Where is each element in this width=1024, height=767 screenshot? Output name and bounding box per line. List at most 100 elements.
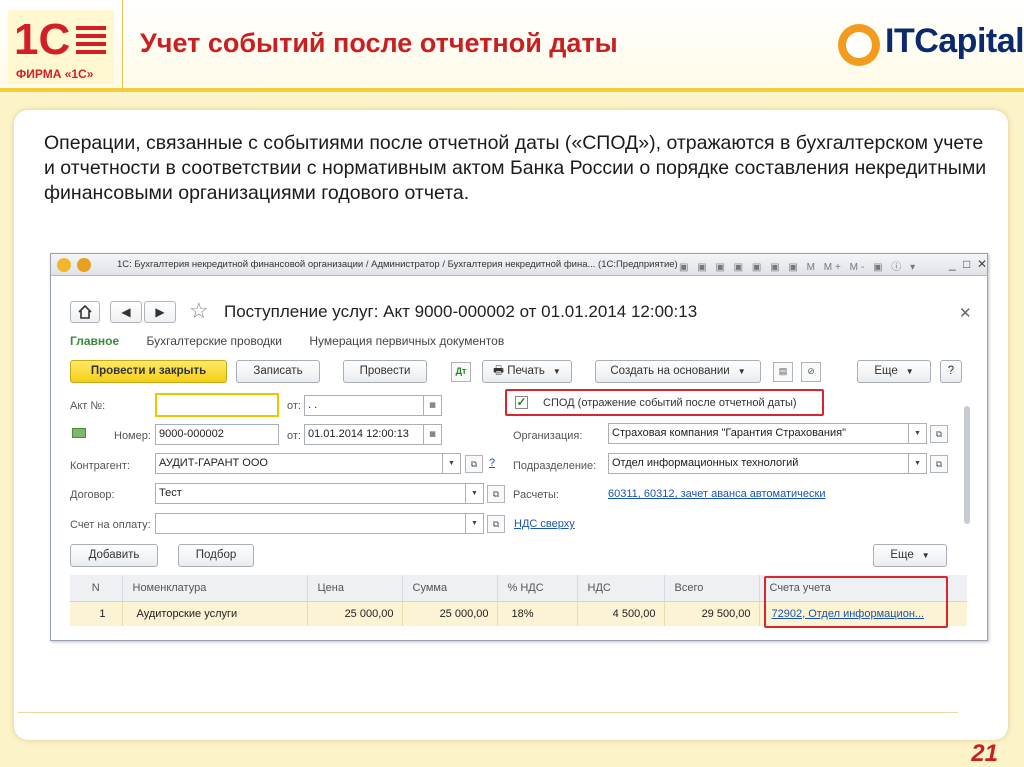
tab-primary-docs-numbering[interactable]: Нумерация первичных документов xyxy=(309,334,504,348)
chevron-down-icon[interactable]: ▼ xyxy=(909,423,927,444)
column-header[interactable]: N xyxy=(70,575,123,602)
save-button[interactable]: Записать xyxy=(236,360,320,383)
department-label: Подразделение: xyxy=(513,460,597,472)
home-icon xyxy=(78,304,92,319)
organization-input[interactable]: Страховая компания "Гарантия Страхования… xyxy=(608,423,909,444)
chevron-down-icon[interactable]: ▼ xyxy=(909,453,927,474)
window-title: 1С: Бухгалтерия некредитной финансовой о… xyxy=(117,259,678,270)
posted-status-icon xyxy=(72,428,86,438)
row-amount[interactable]: 25 000,00 xyxy=(402,601,498,626)
row-total[interactable]: 29 500,00 xyxy=(664,601,760,626)
forward-button[interactable]: ▶ xyxy=(144,301,176,323)
document-form: ◀ ▶ ☆ Поступление услуг: Акт 9000-000002… xyxy=(51,276,987,640)
tab-main[interactable]: Главное xyxy=(70,334,119,348)
department-input[interactable]: Отдел информационных технологий xyxy=(608,453,909,474)
accounts-highlight-box xyxy=(764,576,948,628)
attachment-icon[interactable]: ⊘ xyxy=(801,362,821,382)
calendar-icon[interactable]: ▦ xyxy=(424,395,442,416)
row-number: 1 xyxy=(70,601,123,626)
spod-label: СПОД (отражение событий после отчетной д… xyxy=(543,397,797,409)
chevron-down-icon[interactable]: ▼ xyxy=(443,453,461,474)
act-no-label: Акт №: xyxy=(70,400,106,412)
settlements-label: Расчеты: xyxy=(513,489,559,501)
invoice-input[interactable] xyxy=(155,513,466,534)
itcapital-logo-text: ITCapital xyxy=(885,22,1024,60)
more-button[interactable]: Еще ▼ xyxy=(857,360,931,383)
slide-header: 1С ФИРМА «1С» Учет событий после отчетно… xyxy=(0,0,1024,92)
tab-accounting-entries[interactable]: Бухгалтерские проводки xyxy=(146,334,282,348)
row-nomenclature[interactable]: Аудиторские услуги xyxy=(122,601,308,626)
add-row-button[interactable]: Добавить xyxy=(70,544,158,567)
contract-input[interactable]: Тест xyxy=(155,483,466,504)
create-based-on-button[interactable]: Создать на основании ▼ xyxy=(595,360,761,383)
calendar-icon[interactable]: ▦ xyxy=(424,424,442,445)
favorite-star-icon[interactable]: ☆ xyxy=(189,298,209,324)
date-input[interactable]: 01.01.2014 12:00:13 xyxy=(304,424,424,445)
row-price[interactable]: 25 000,00 xyxy=(307,601,403,626)
arrow-left-icon: ◀ xyxy=(121,305,131,319)
chevron-down-icon: ▼ xyxy=(737,367,746,376)
contractor-label: Контрагент: xyxy=(70,460,130,472)
vat-on-top-link[interactable]: НДС сверху xyxy=(514,518,575,530)
form-scrollbar[interactable] xyxy=(964,406,970,524)
column-header[interactable]: % НДС xyxy=(497,575,578,602)
table-more-button[interactable]: Еще ▼ xyxy=(873,544,947,567)
number-input[interactable]: 9000-000002 xyxy=(155,424,279,445)
row-vat-rate[interactable]: 18% xyxy=(497,601,578,626)
back-button[interactable]: ◀ xyxy=(110,301,142,323)
close-form-icon[interactable]: ✕ xyxy=(959,304,972,322)
chevron-down-icon: ▼ xyxy=(921,551,930,560)
report-icon[interactable]: ▤ xyxy=(773,362,793,382)
contract-label: Договор: xyxy=(70,489,115,501)
app-dropdown-icon[interactable] xyxy=(77,258,91,272)
chevron-down-icon[interactable]: ▼ xyxy=(466,513,484,534)
minimize-icon[interactable]: _ xyxy=(949,257,956,271)
column-header[interactable]: НДС xyxy=(577,575,665,602)
invoice-label: Счет на оплату: xyxy=(70,519,151,531)
open-icon[interactable]: ⧉ xyxy=(487,485,505,503)
column-header[interactable]: Цена xyxy=(307,575,403,602)
more-label: Еще xyxy=(874,365,898,377)
app-window: 1С: Бухгалтерия некредитной финансовой о… xyxy=(50,253,988,641)
app-menu-icon[interactable] xyxy=(57,258,71,272)
home-button[interactable] xyxy=(70,301,100,323)
contractor-input[interactable]: АУДИТ-ГАРАНТ ООО xyxy=(155,453,443,474)
logo-1c: 1С ФИРМА «1С» xyxy=(8,10,114,84)
open-icon[interactable]: ⧉ xyxy=(930,455,948,473)
row-vat[interactable]: 4 500,00 xyxy=(577,601,665,626)
footer-divider xyxy=(18,712,958,713)
column-header[interactable]: Всего xyxy=(664,575,760,602)
contractor-help-link[interactable]: ? xyxy=(489,457,495,469)
act-no-input[interactable] xyxy=(155,393,279,417)
arrow-right-icon: ▶ xyxy=(155,305,165,319)
column-header[interactable]: Номенклатура xyxy=(122,575,308,602)
itcapital-logo-icon xyxy=(838,24,880,66)
number-label: Номер: xyxy=(114,430,151,442)
date-label: от: xyxy=(287,430,301,442)
dt-kt-icon[interactable]: Дт xyxy=(451,362,471,382)
organization-label: Организация: xyxy=(513,430,583,442)
svg-text:1С: 1С xyxy=(14,15,70,64)
table-more-label: Еще xyxy=(890,549,914,561)
help-button[interactable]: ? xyxy=(940,360,962,383)
open-icon[interactable]: ⧉ xyxy=(465,455,483,473)
page-number: 21 xyxy=(971,740,998,767)
act-date-input[interactable]: . . xyxy=(304,395,424,416)
titlebar-toolbar[interactable]: ▣ ▣ ▣ ▣ ▣ ▣ ▣ M M+ M- ▣ ⓘ ▾ xyxy=(679,258,918,273)
chevron-down-icon[interactable]: ▼ xyxy=(466,483,484,504)
window-titlebar: 1С: Бухгалтерия некредитной финансовой о… xyxy=(51,254,987,276)
settlements-link[interactable]: 60311, 60312, зачет аванса автоматически xyxy=(608,488,825,500)
act-date-label: от: xyxy=(287,400,301,412)
select-items-button[interactable]: Подбор xyxy=(178,544,254,567)
maximize-icon[interactable]: □ xyxy=(963,257,970,271)
chevron-down-icon: ▼ xyxy=(905,367,914,376)
header-divider xyxy=(122,0,123,92)
post-and-close-button[interactable]: Провести и закрыть xyxy=(70,360,227,383)
open-icon[interactable]: ⧉ xyxy=(487,515,505,533)
close-window-icon[interactable]: ✕ xyxy=(977,257,987,271)
spod-checkbox[interactable]: ✓ xyxy=(515,396,528,409)
post-button[interactable]: Провести xyxy=(343,360,427,383)
open-icon[interactable]: ⧉ xyxy=(930,425,948,443)
column-header[interactable]: Сумма xyxy=(402,575,498,602)
print-button[interactable]: 🖶 Печать ▼ xyxy=(482,360,572,383)
